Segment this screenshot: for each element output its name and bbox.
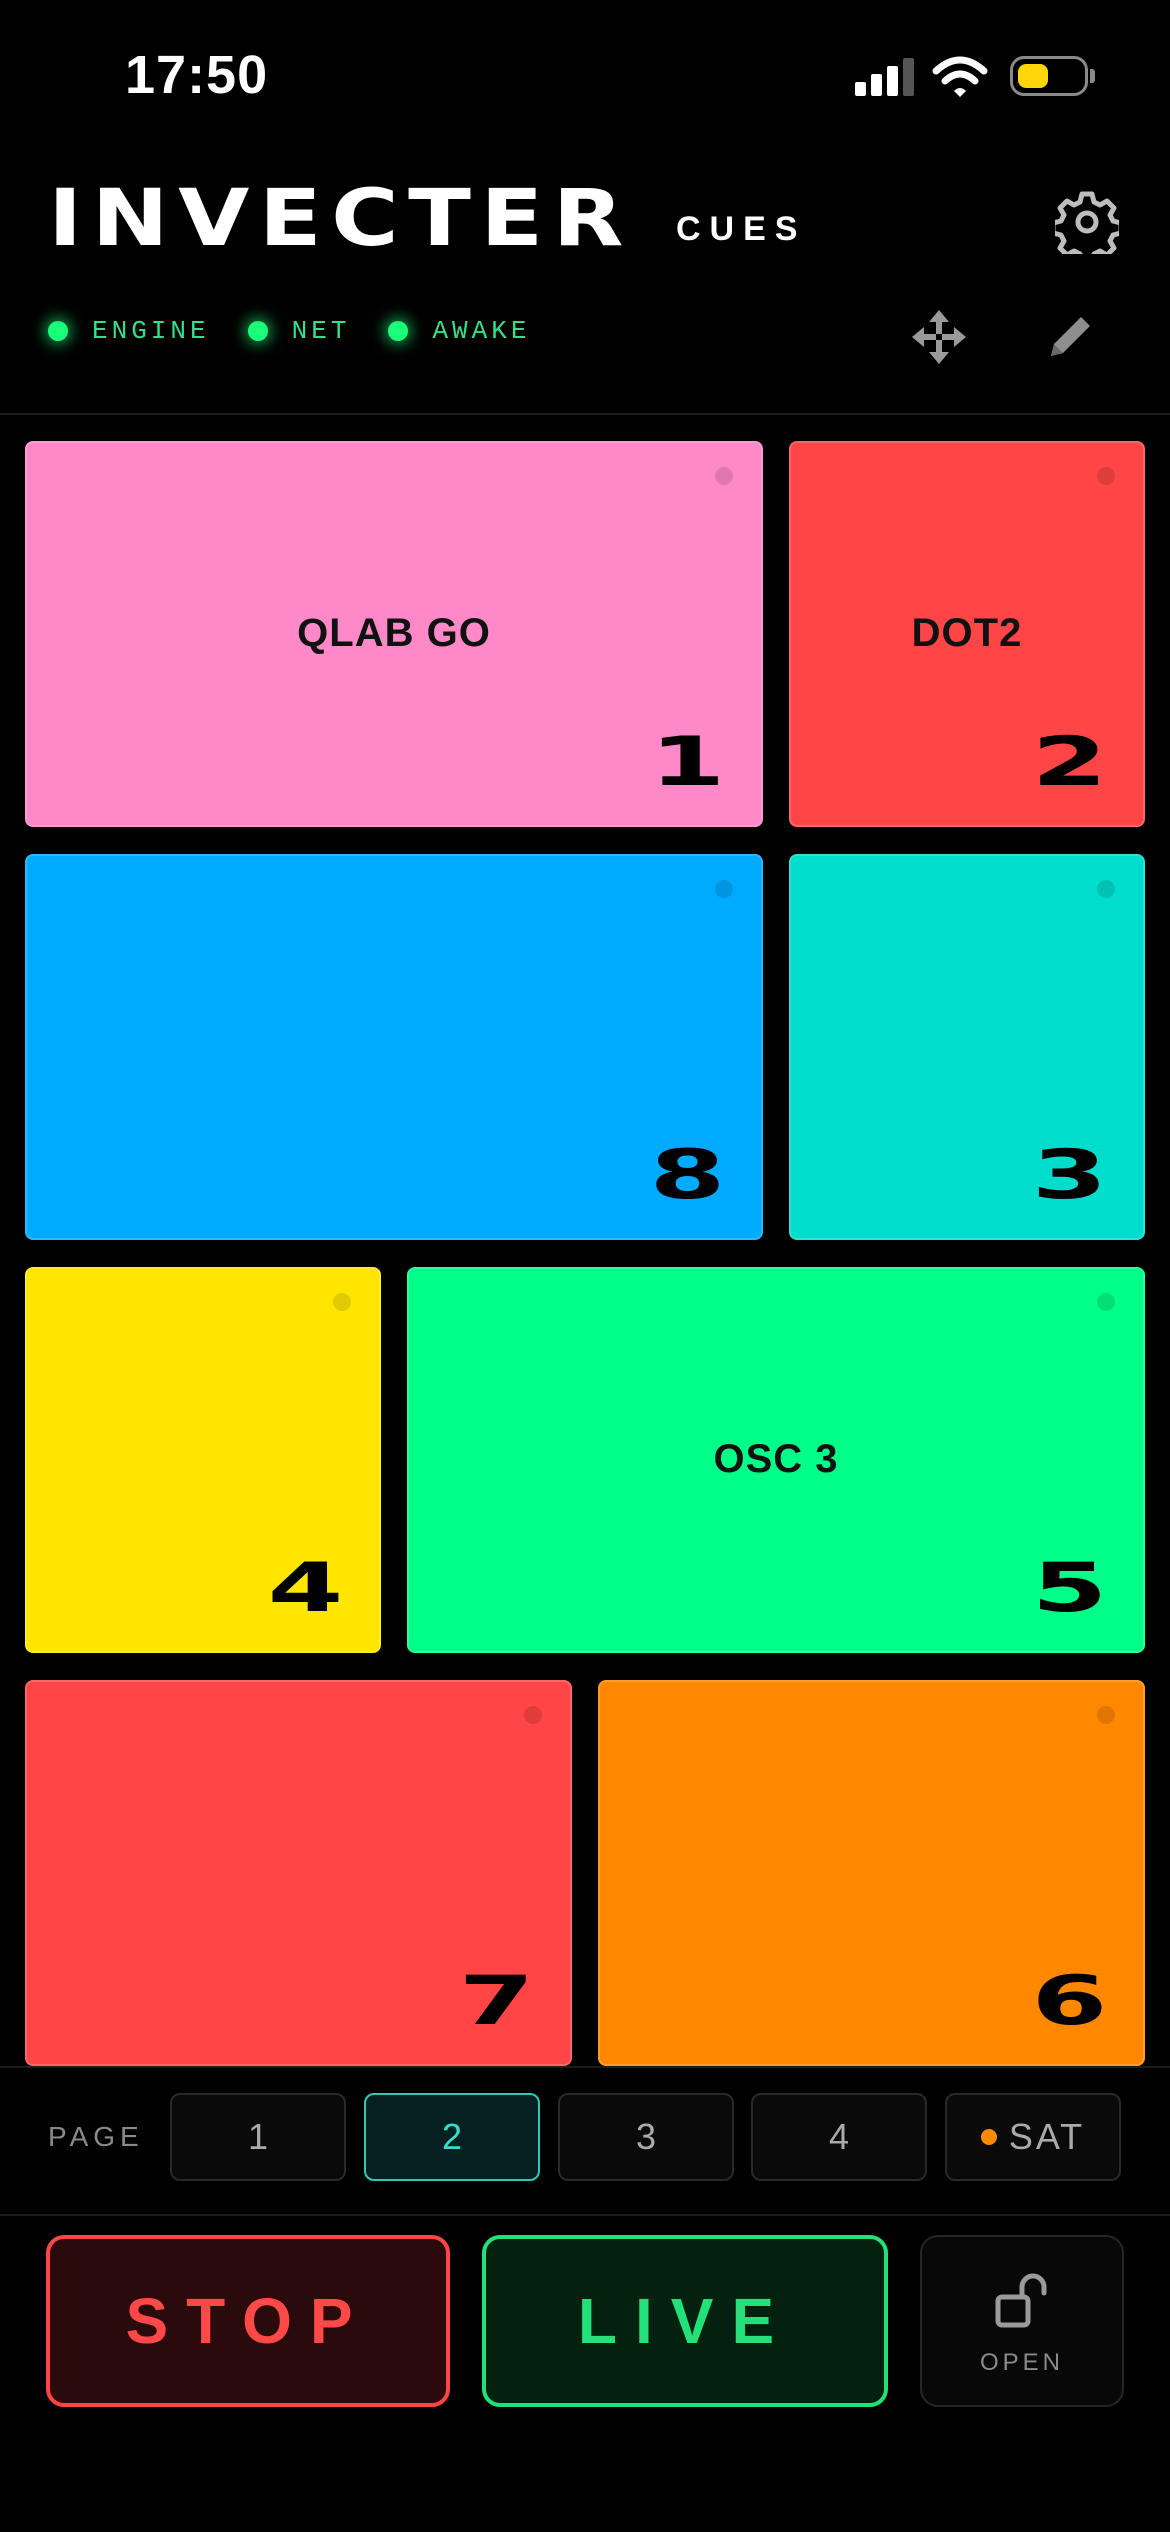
app-title: INVECTER: [48, 174, 633, 264]
gear-icon[interactable]: [1055, 190, 1119, 254]
indicator-awake: AWAKE: [388, 316, 530, 346]
pad-number: 6: [1031, 1962, 1107, 2041]
pad-status-dot: [1097, 467, 1115, 485]
pad-label: QLAB GO: [297, 611, 491, 655]
cue-pad-3[interactable]: 3: [789, 854, 1145, 1240]
engine-led-icon: [48, 321, 68, 341]
indicator-engine: ENGINE: [48, 316, 210, 346]
pads-divider: [0, 2066, 1170, 2068]
pad-number: 2: [1031, 723, 1107, 802]
cue-pad-5[interactable]: OSC 3 5: [407, 1267, 1145, 1653]
net-led-icon: [247, 321, 268, 341]
pad-status-dot: [715, 880, 733, 898]
page-button-2[interactable]: 2: [364, 2093, 540, 2181]
live-button[interactable]: LIVE: [482, 2235, 888, 2407]
cue-pad-8[interactable]: 8: [25, 854, 763, 1240]
awake-led-icon: [388, 321, 409, 341]
app-subtitle: CUES: [676, 210, 807, 248]
pad-number: 3: [1031, 1136, 1107, 1215]
pad-label: DOT2: [911, 611, 1023, 655]
pad-number: 1: [649, 723, 725, 802]
cue-pad-7[interactable]: 7: [25, 1680, 572, 2066]
pad-label: OSC 3: [713, 1437, 839, 1481]
cue-pad-1[interactable]: QLAB GO 1: [25, 441, 763, 827]
indicator-net: NET: [247, 316, 351, 346]
sat-page-button[interactable]: SAT: [945, 2093, 1121, 2181]
battery-icon: [1010, 56, 1088, 96]
pad-number: 8: [649, 1136, 725, 1215]
pad-status-dot: [524, 1706, 542, 1724]
battery-level: [1018, 64, 1048, 88]
wifi-icon: [932, 56, 988, 97]
status-time: 17:50: [125, 45, 269, 105]
pad-status-dot: [1097, 1293, 1115, 1311]
page-button-3[interactable]: 3: [558, 2093, 734, 2181]
pad-status-dot: [1097, 1706, 1115, 1724]
cue-pad-2[interactable]: DOT2 2: [789, 441, 1145, 827]
page-button-4[interactable]: 4: [751, 2093, 927, 2181]
pad-status-dot: [715, 467, 733, 485]
indicator-label: NET: [291, 316, 351, 346]
controls-divider: [0, 2214, 1170, 2216]
open-label: OPEN: [979, 2349, 1064, 2376]
cue-pad-4[interactable]: 4: [25, 1267, 381, 1653]
lock-toggle-button[interactable]: OPEN: [920, 2235, 1124, 2407]
battery-nub: [1090, 69, 1095, 83]
header-divider: [0, 413, 1170, 415]
page-button-1[interactable]: 1: [170, 2093, 346, 2181]
unlocked-padlock-icon: [995, 2273, 1047, 2328]
pencil-icon[interactable]: [1045, 310, 1097, 362]
page-label: PAGE: [48, 2121, 144, 2152]
move-arrows-icon[interactable]: [910, 308, 968, 366]
indicator-label: AWAKE: [432, 316, 531, 346]
pad-number: 7: [458, 1962, 534, 2041]
stop-button[interactable]: STOP: [46, 2235, 450, 2407]
sat-label: SAT: [1008, 2116, 1086, 2157]
pad-status-dot: [1097, 880, 1115, 898]
status-indicators: ENGINE NET AWAKE: [48, 316, 568, 346]
pad-number: 4: [267, 1549, 343, 1628]
cellular-signal-icon: [855, 58, 914, 96]
pad-status-dot: [333, 1293, 351, 1311]
indicator-label: ENGINE: [92, 316, 210, 346]
cue-pad-6[interactable]: 6: [598, 1680, 1145, 2066]
sat-status-dot: [980, 2129, 997, 2145]
pad-number: 5: [1031, 1549, 1107, 1628]
